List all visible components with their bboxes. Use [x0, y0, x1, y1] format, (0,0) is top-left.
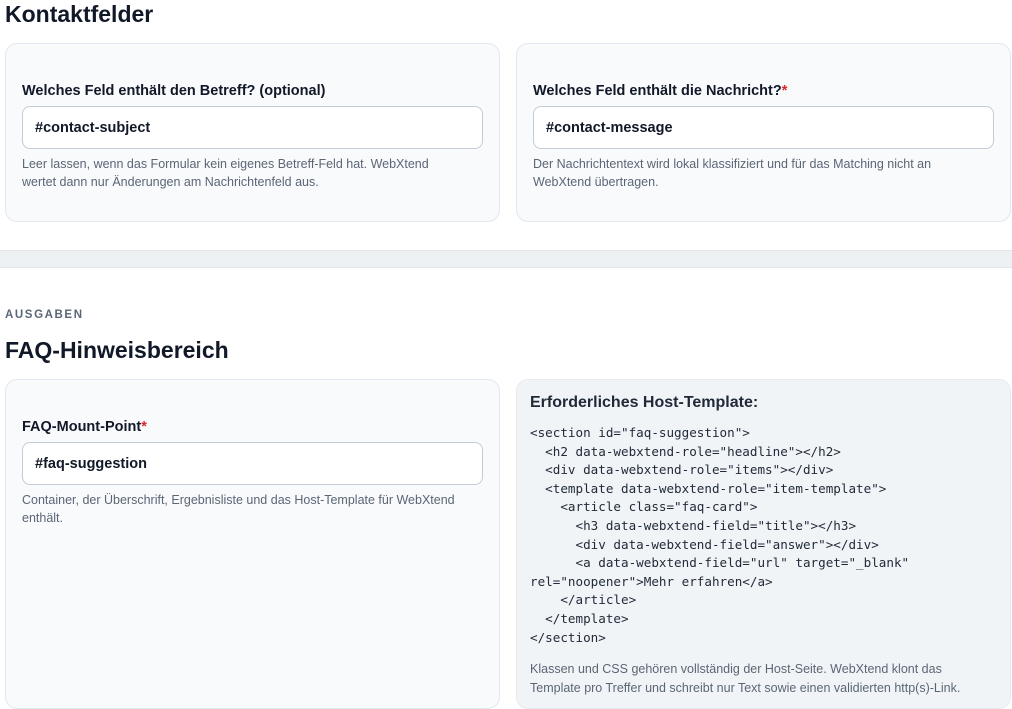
- mount-point-help: Container, der Überschrift, Ergebnislist…: [22, 493, 455, 525]
- section-title-faq-area: FAQ-Hinweisbereich: [5, 337, 229, 363]
- subject-selector-input[interactable]: [22, 106, 483, 149]
- message-field-label: Welches Feld enthält die Nachricht?*: [533, 83, 788, 99]
- subject-field-label: Welches Feld enthält den Betreff? (optio…: [22, 83, 326, 99]
- mount-point-label: FAQ-Mount-Point*: [22, 419, 147, 435]
- section-divider: [0, 250, 1012, 268]
- mount-point-input[interactable]: [22, 442, 483, 485]
- host-template-title: Erforderliches Host-Template:: [530, 394, 759, 411]
- subject-field-help: Leer lassen, wenn das Formular kein eige…: [22, 157, 429, 189]
- section-kicker-outputs: AUSGABEN: [5, 309, 84, 321]
- message-selector-input[interactable]: [533, 106, 994, 149]
- message-field-help: Der Nachrichtentext wird lokal klassifiz…: [533, 157, 932, 189]
- required-marker: *: [781, 83, 788, 99]
- host-template-note: Klassen und CSS gehören vollständig der …: [530, 662, 961, 695]
- section-title-contact-fields: Kontaktfelder: [5, 1, 154, 27]
- host-template-code: <section id="faq-suggestion"> <h2 data-w…: [530, 425, 910, 645]
- required-marker: *: [141, 419, 147, 435]
